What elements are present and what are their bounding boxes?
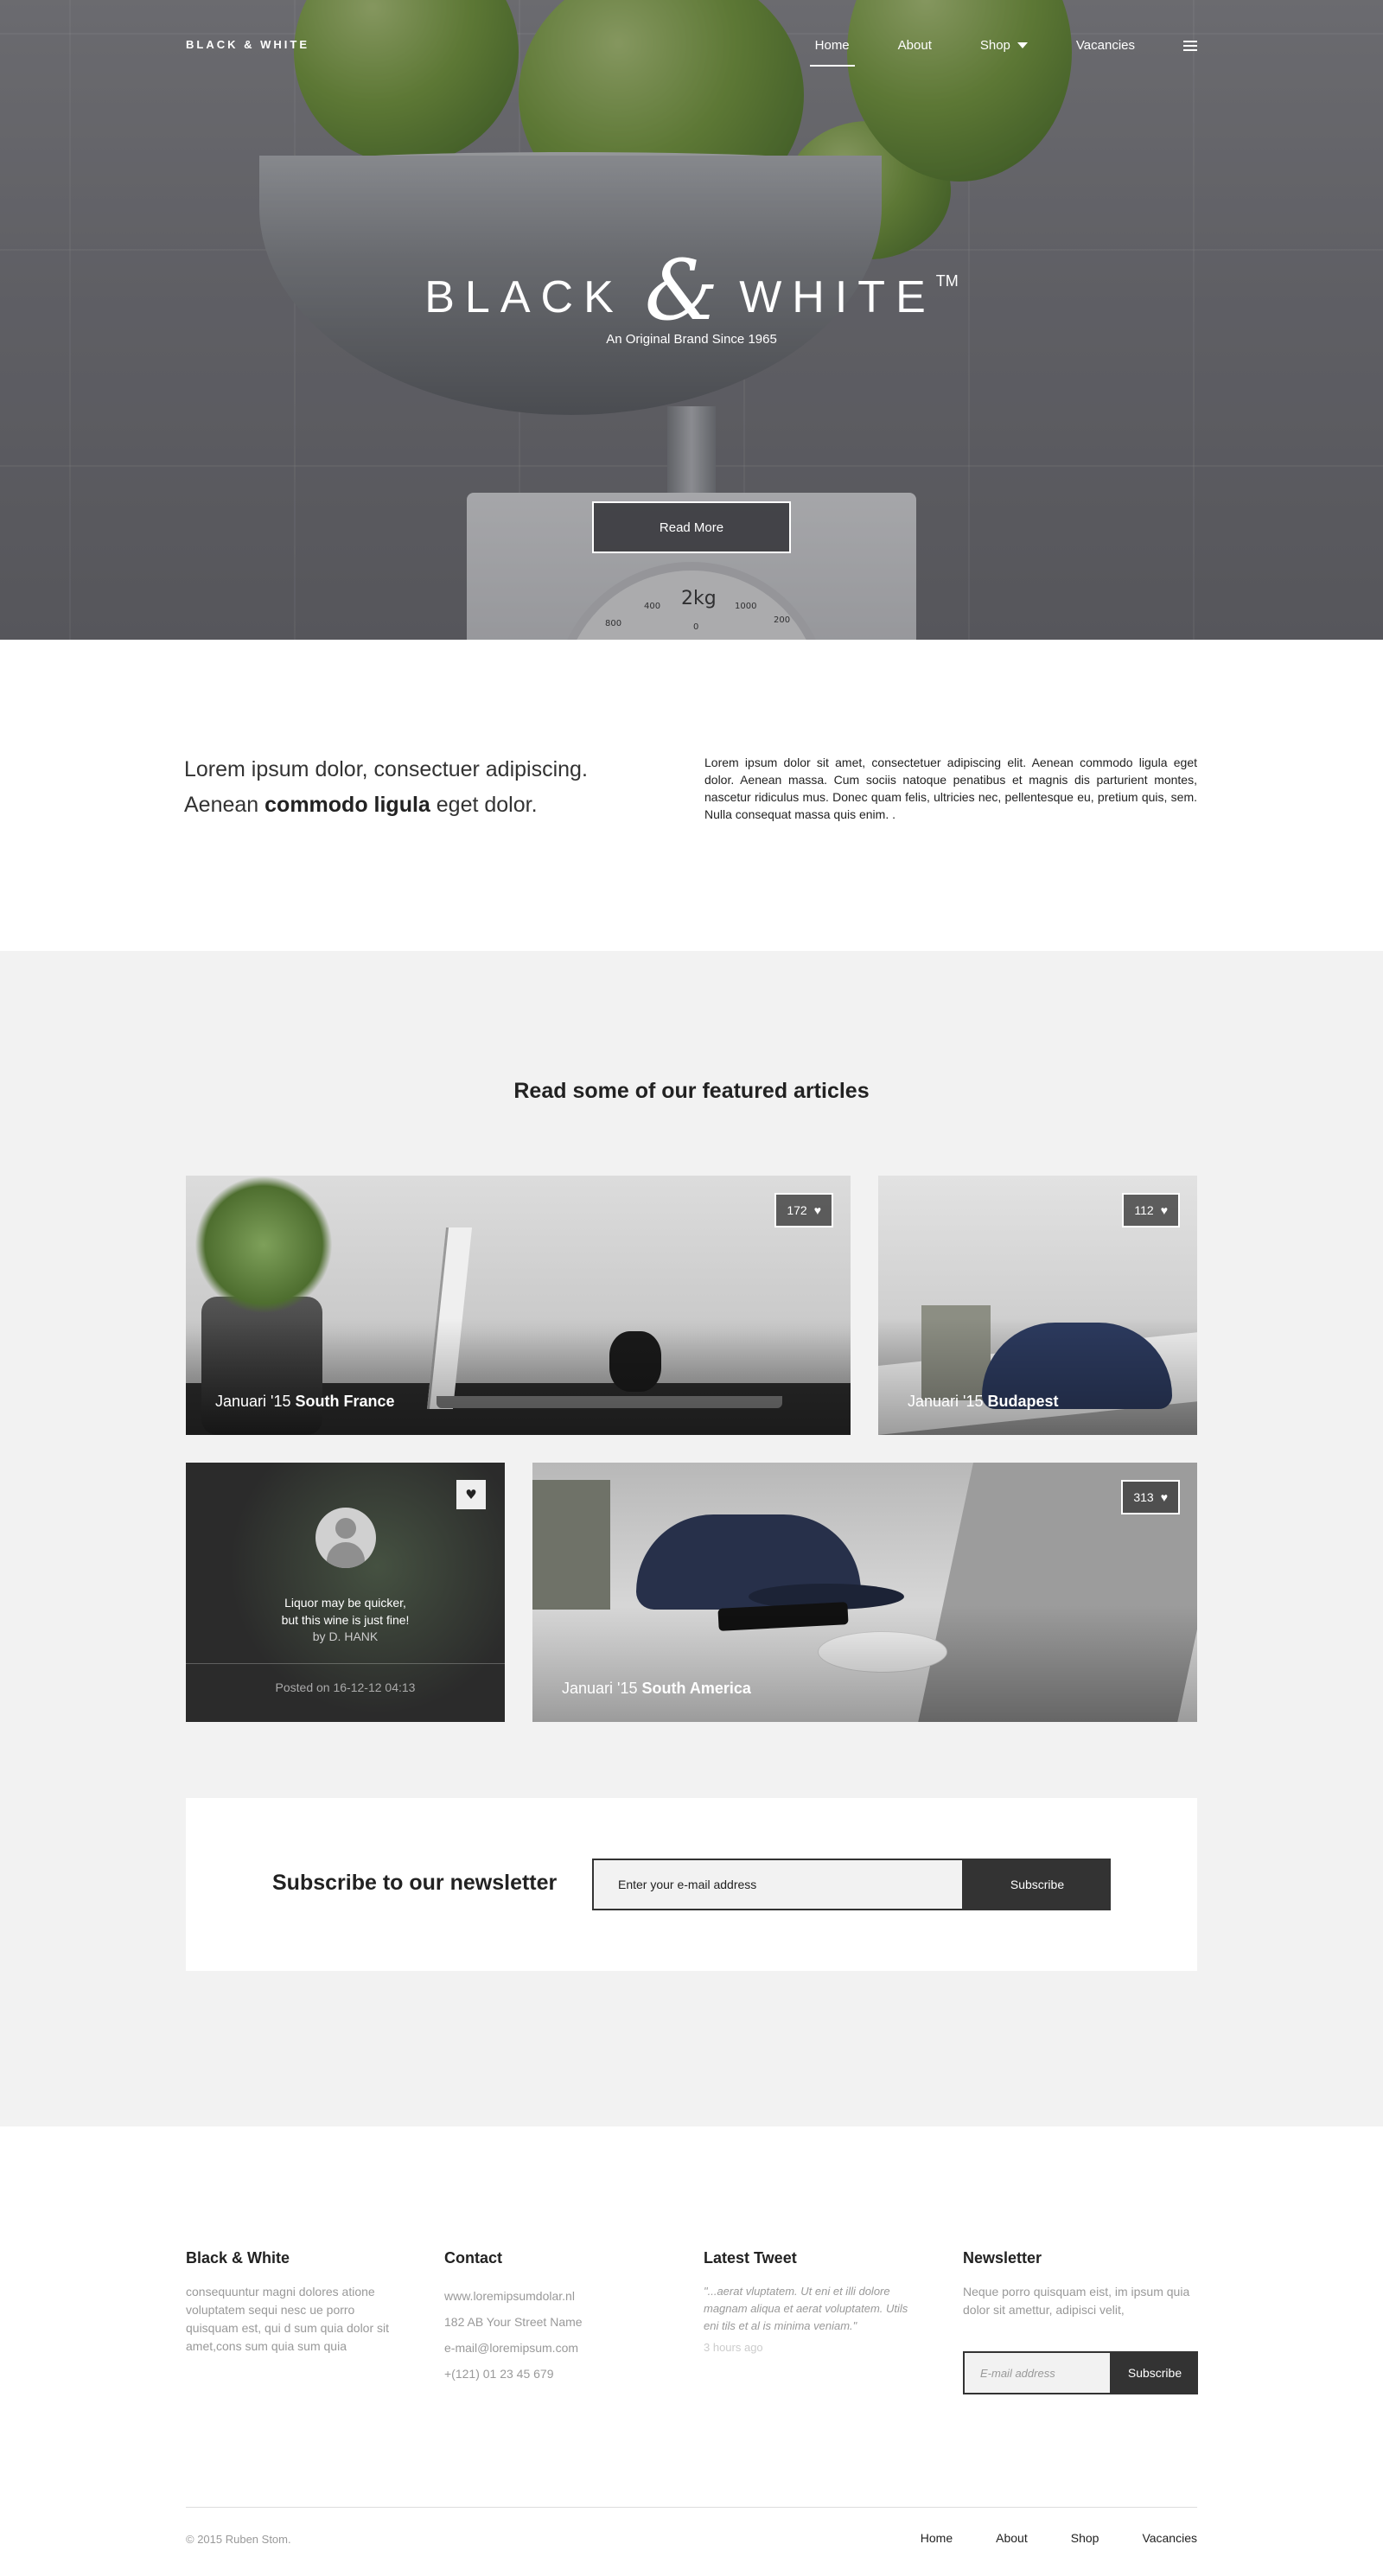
like-count: 112: [1134, 1203, 1154, 1217]
heart-icon[interactable]: ♥: [456, 1480, 486, 1509]
card-date: Januari '15: [908, 1393, 988, 1410]
footer-contact: Contact www.loremipsumdolar.nl 182 AB Yo…: [444, 2249, 660, 2387]
footer-nav-about[interactable]: About: [996, 2531, 1028, 2545]
contact-list: www.loremipsumdolar.nl 182 AB Your Stree…: [444, 2283, 660, 2387]
footer-newsletter: Newsletter Neque porro quisquam eist, im…: [963, 2249, 1198, 2319]
read-more-button[interactable]: Read More: [592, 501, 791, 553]
hero-title: BLACK & WHITETM: [0, 242, 1383, 339]
divider: [186, 1663, 505, 1664]
intro-body: Lorem ipsum dolor sit amet, consectetuer…: [704, 756, 1197, 821]
footer-nav-shop[interactable]: Shop: [1071, 2531, 1099, 2545]
nav-shop-label: Shop: [979, 38, 1010, 53]
contact-phone: +(121) 01 23 45 679: [444, 2367, 554, 2381]
chevron-down-icon: [1017, 42, 1028, 48]
footer-tweet: Latest Tweet "...aerat vluptatem. Ut eni…: [704, 2249, 920, 2356]
footer: Black & White consequuntur magni dolores…: [0, 2126, 1383, 2576]
copyright: © 2015 Ruben Stom.: [186, 2533, 291, 2546]
top-navigation: BLACK & WHITE Home About Shop Vacancies: [0, 0, 1383, 92]
hero-subtitle: An Original Brand Since 1965: [606, 332, 777, 347]
card-place: Budapest: [987, 1393, 1059, 1410]
footer-newsletter-text: Neque porro quisquam eist, im ipsum quia…: [963, 2285, 1190, 2317]
card-caption: Januari '15 South America: [562, 1680, 751, 1698]
card-date: Januari '15: [562, 1680, 642, 1697]
contact-website[interactable]: www.loremipsumdolar.nl: [444, 2283, 660, 2309]
footer-about-title: Black & White: [186, 2249, 290, 2267]
intro-lead-bold: commodo ligula: [264, 793, 430, 817]
brand-logo[interactable]: BLACK & WHITE: [186, 38, 309, 51]
intro-lead-text-end: eget dolor.: [430, 793, 538, 817]
like-count: 172: [787, 1203, 807, 1217]
footer-contact-title: Contact: [444, 2249, 502, 2267]
footer-email-input[interactable]: [963, 2351, 1112, 2394]
quote-card[interactable]: ♥ Liquor may be quicker, but this wine is…: [186, 1463, 505, 1722]
article-card-south-france[interactable]: 172 ♥ Januari '15 South France: [186, 1176, 851, 1435]
quote-text: Liquor may be quicker, but this wine is j…: [186, 1594, 505, 1629]
card-place: South France: [295, 1393, 395, 1410]
footer-subscribe-button[interactable]: Subscribe: [1112, 2351, 1198, 2394]
quote-author: by D. HANK: [312, 1629, 379, 1643]
like-counter[interactable]: 313 ♥: [1121, 1480, 1180, 1514]
card-place: South America: [641, 1680, 751, 1697]
article-card-south-america[interactable]: 313 ♥ Januari '15 South America: [532, 1463, 1197, 1722]
newsletter-box: Subscribe to our newsletter Subscribe: [186, 1798, 1197, 1971]
featured-title-prefix: Read some of our: [513, 1079, 703, 1103]
tweet-time: 3 hours ago: [704, 2341, 763, 2354]
footer-newsletter-title: Newsletter: [963, 2249, 1042, 2267]
contact-email[interactable]: e-mail@loremipsum.com: [444, 2335, 660, 2361]
footer-nav-vacancies[interactable]: Vacancies: [1142, 2531, 1197, 2545]
heart-icon: ♥: [1160, 1203, 1168, 1217]
card-caption: Januari '15 Budapest: [908, 1393, 1059, 1411]
tweet-text: "...aerat vluptatem. Ut eni et illi dolo…: [704, 2285, 908, 2332]
intro-lead: Lorem ipsum dolor, consectuer adipiscing…: [184, 752, 634, 823]
newsletter-subscribe-button[interactable]: Subscribe: [964, 1859, 1111, 1910]
footer-navigation: Home About Shop Vacancies: [921, 2531, 1197, 2545]
quote-line: but this wine is just fine!: [281, 1613, 410, 1627]
newsletter-email-input[interactable]: [592, 1859, 964, 1910]
featured-title-bold: featured articles: [702, 1079, 870, 1103]
main-menu: Home About Shop Vacancies: [767, 35, 1197, 67]
featured-section: Read some of our featured articles 172 ♥ …: [0, 951, 1383, 2126]
like-counter[interactable]: 172 ♥: [774, 1193, 833, 1227]
quote-line: Liquor may be quicker,: [284, 1596, 406, 1610]
quote-posted-date: Posted on 16-12-12 04:13: [275, 1680, 416, 1694]
nav-shop[interactable]: Shop: [980, 35, 1028, 56]
contact-address: 182 AB Your Street Name: [444, 2315, 583, 2329]
footer-about: Black & White consequuntur magni dolores…: [186, 2249, 402, 2356]
heart-icon: ♥: [813, 1203, 821, 1217]
card-caption: Januari '15 South France: [215, 1393, 395, 1411]
nav-about[interactable]: About: [898, 35, 932, 56]
footer-nav-home[interactable]: Home: [921, 2531, 953, 2545]
nav-vacancies[interactable]: Vacancies: [1076, 35, 1135, 56]
featured-title: Read some of our featured articles: [0, 1079, 1383, 1104]
newsletter-title: Subscribe to our newsletter: [272, 1871, 557, 1896]
article-card-budapest[interactable]: 112 ♥ Januari '15 Budapest: [878, 1176, 1197, 1435]
footer-about-text: consequuntur magni dolores atione volupt…: [186, 2285, 390, 2353]
newsletter-title-prefix: Subscribe to our: [272, 1871, 450, 1895]
footer-divider: [186, 2507, 1197, 2508]
footer-tweet-title: Latest Tweet: [704, 2249, 797, 2267]
hero-title-right: WHITE: [739, 272, 936, 322]
hero-title-ampersand: &: [644, 242, 719, 339]
heart-icon: ♥: [1160, 1490, 1168, 1504]
intro-section: Lorem ipsum dolor, consectuer adipiscing…: [0, 640, 1383, 951]
newsletter-title-bold: newsletter: [449, 1871, 558, 1895]
like-count: 313: [1133, 1490, 1154, 1504]
trademark: TM: [935, 272, 959, 290]
like-counter[interactable]: 112 ♥: [1122, 1193, 1180, 1227]
card-date: Januari '15: [215, 1393, 296, 1410]
hero-title-left: BLACK: [424, 272, 624, 322]
hamburger-icon[interactable]: [1183, 40, 1197, 51]
nav-home[interactable]: Home: [809, 35, 855, 67]
avatar: [315, 1508, 376, 1568]
hero-section: 2kg 400 1000 200 800 0 BLACK & WHITE Hom…: [0, 0, 1383, 640]
